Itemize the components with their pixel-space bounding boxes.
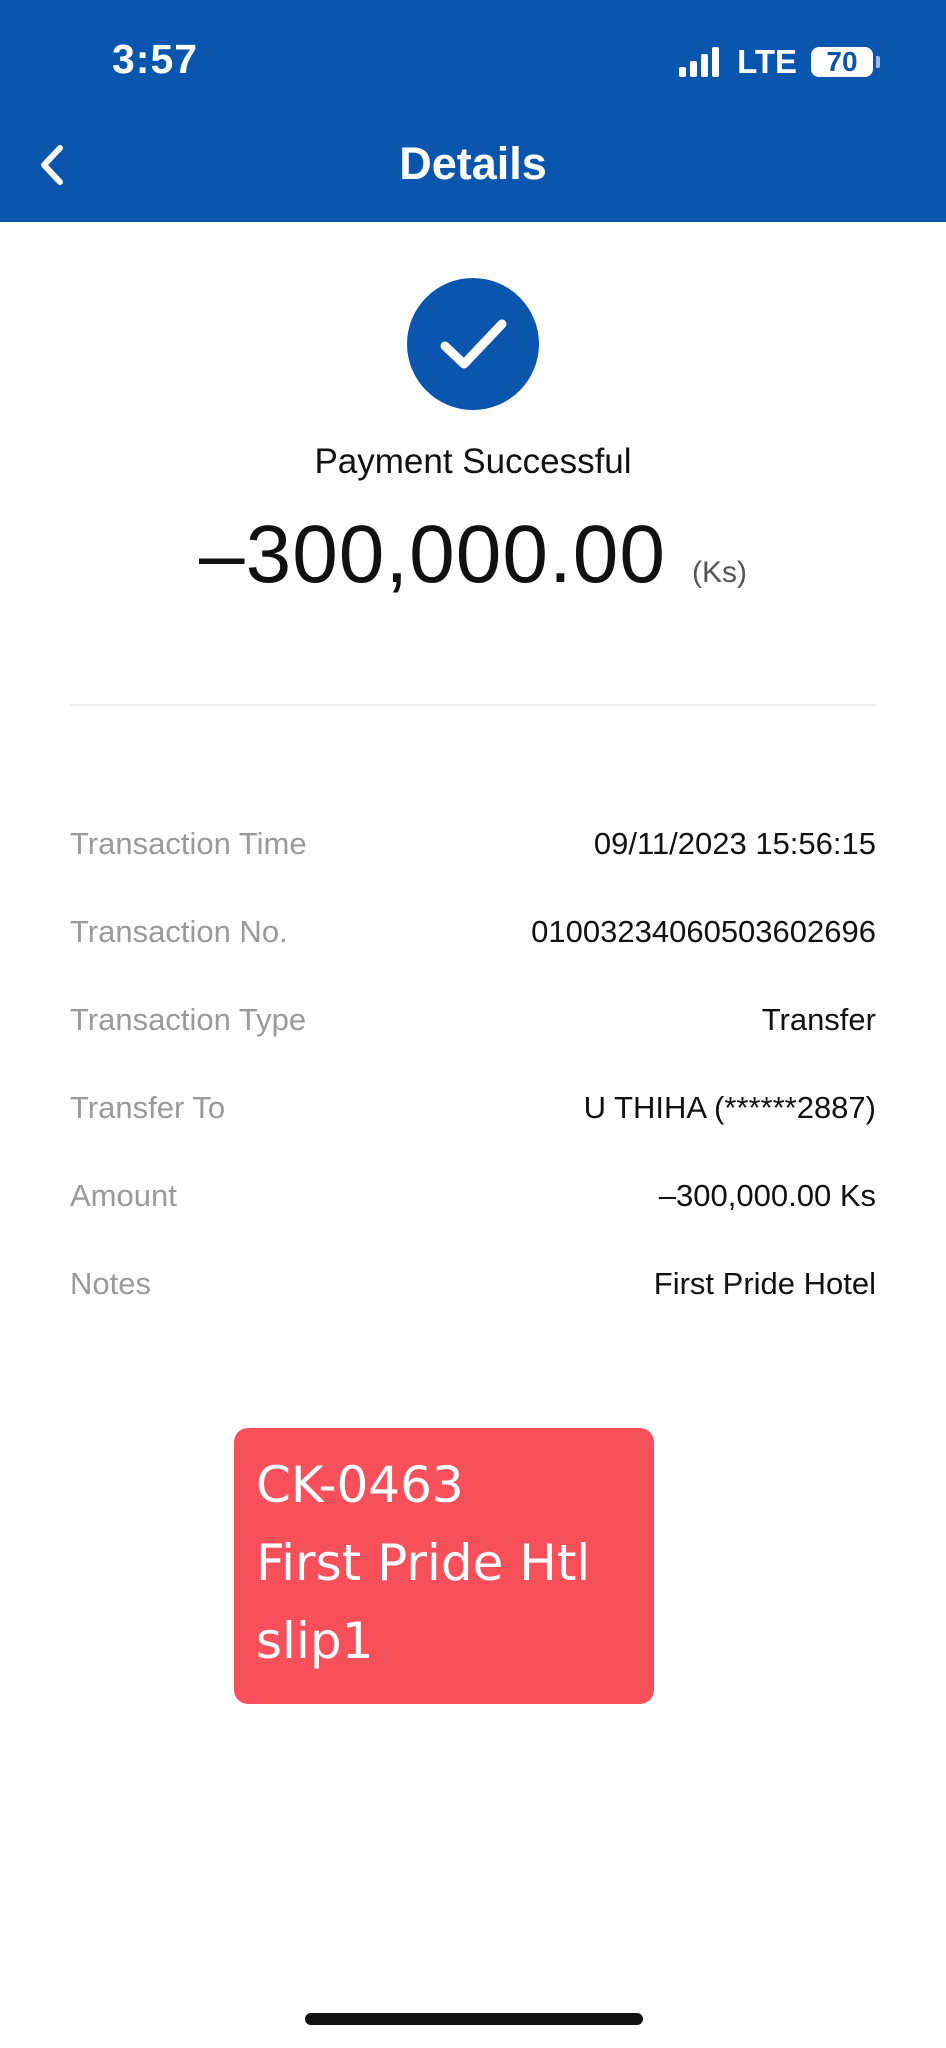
detail-value: Transfer	[761, 1002, 876, 1037]
detail-row-transaction-type: Transaction Type Transfer	[70, 976, 876, 1064]
detail-value: First Pride Hotel	[653, 1266, 876, 1301]
divider	[70, 704, 876, 706]
page-title: Details	[399, 138, 547, 189]
detail-value: –300,000.00 Ks	[658, 1178, 876, 1213]
status-time: 3:57	[112, 36, 199, 82]
home-indicator[interactable]	[305, 2013, 643, 2025]
detail-label: Transaction No.	[70, 914, 288, 949]
sticker-line: First Pride Htl	[256, 1534, 591, 1592]
details-list: Transaction Time 09/11/2023 15:56:15 Tra…	[70, 800, 876, 1328]
payment-status: Payment Successful	[314, 442, 632, 481]
transaction-details-screen: 3:57 LTE 70 Details Payment Successful –…	[0, 0, 946, 2048]
detail-label: Notes	[70, 1266, 151, 1301]
network-type: LTE	[737, 43, 797, 80]
check-circle-icon	[407, 278, 539, 410]
amount-currency: (Ks)	[692, 556, 747, 589]
sticker-line: CK-0463	[256, 1456, 464, 1514]
top-bar: 3:57 LTE 70 Details	[0, 0, 946, 222]
detail-label: Transaction Time	[70, 826, 307, 861]
note-sticker: CK-0463 First Pride Htl slip1	[234, 1428, 654, 1704]
status-indicators: LTE 70	[679, 42, 880, 82]
detail-label: Transfer To	[70, 1090, 226, 1125]
detail-row-notes: Notes First Pride Hotel	[70, 1240, 876, 1328]
detail-value: U THIHA (******2887)	[583, 1090, 876, 1125]
detail-row-amount: Amount –300,000.00 Ks	[70, 1152, 876, 1240]
battery-level: 70	[826, 46, 858, 77]
amount-value: –300,000.00	[198, 509, 666, 600]
cellular-signal-icon	[679, 47, 723, 77]
detail-label: Transaction Type	[70, 1002, 307, 1037]
detail-label: Amount	[70, 1178, 177, 1213]
detail-value: 01003234060503602696	[531, 914, 876, 949]
sticker-line: slip1	[256, 1612, 374, 1670]
detail-row-transfer-to: Transfer To U THIHA (******2887)	[70, 1064, 876, 1152]
battery-icon: 70	[811, 47, 873, 77]
detail-row-transaction-time: Transaction Time 09/11/2023 15:56:15	[70, 800, 876, 888]
amount-display: –300,000.00 (Ks)	[0, 508, 946, 602]
detail-row-transaction-no: Transaction No. 01003234060503602696	[70, 888, 876, 976]
detail-value: 09/11/2023 15:56:15	[593, 826, 876, 861]
battery-nub	[876, 56, 880, 68]
